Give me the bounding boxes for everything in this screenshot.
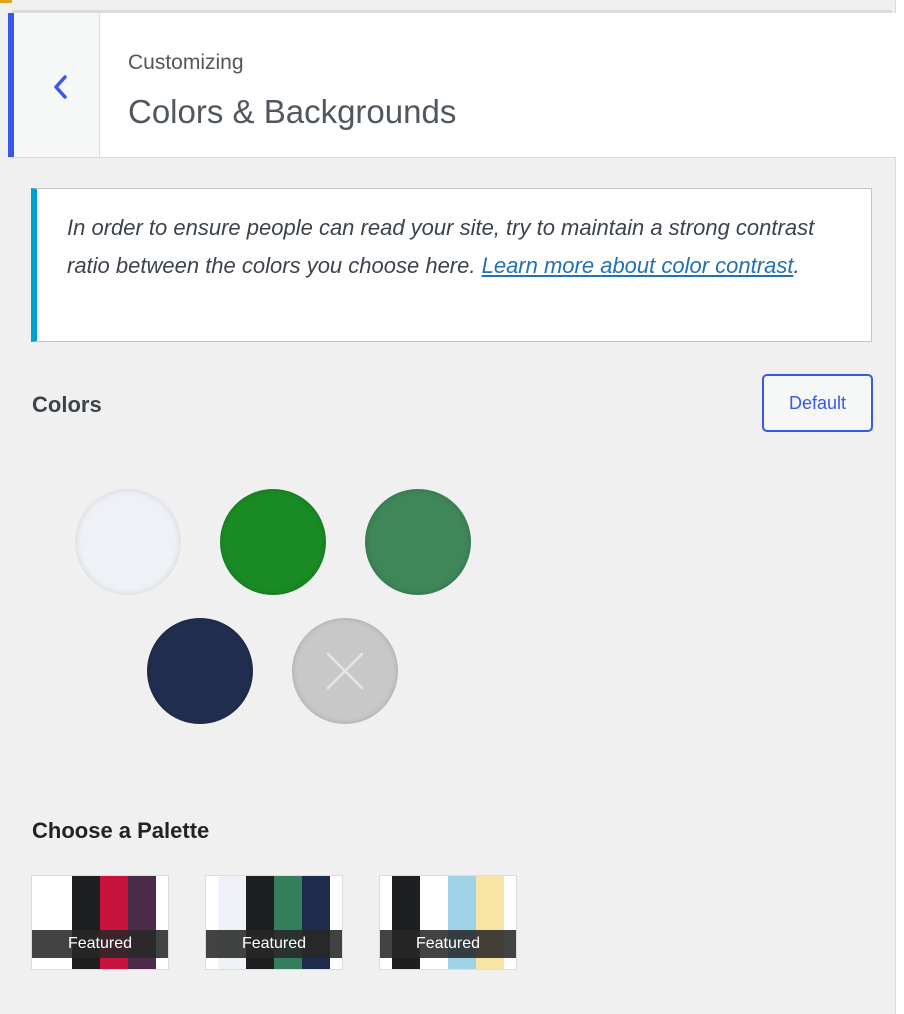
notice-suffix: . bbox=[793, 253, 800, 278]
page-title: Colors & Backgrounds bbox=[128, 93, 457, 130]
palette-label: Choose a Palette bbox=[32, 818, 210, 843]
featured-badge: Featured bbox=[206, 930, 342, 958]
swatch-clear[interactable] bbox=[292, 618, 398, 724]
color-contrast-link[interactable]: Learn more about color contrast bbox=[482, 253, 794, 278]
close-icon bbox=[326, 652, 364, 690]
section-header: Customizing Colors & Backgrounds bbox=[8, 13, 896, 158]
swatch-light-gray[interactable] bbox=[75, 489, 181, 595]
header-subtitle: Customizing bbox=[128, 51, 244, 74]
default-button[interactable]: Default bbox=[762, 374, 873, 432]
top-accent-bar bbox=[0, 0, 12, 3]
swatch-muted-green[interactable] bbox=[365, 489, 471, 595]
featured-badge: Featured bbox=[380, 930, 516, 958]
customizer-panel: Customizing Colors & Backgrounds In orde… bbox=[0, 0, 896, 1014]
swatch-navy[interactable] bbox=[147, 618, 253, 724]
contrast-notice: In order to ensure people can read your … bbox=[31, 188, 872, 342]
featured-badge: Featured bbox=[32, 930, 168, 958]
colors-label: Colors bbox=[32, 392, 102, 417]
palette-option[interactable]: Featured bbox=[205, 875, 343, 970]
swatch-green[interactable] bbox=[220, 489, 326, 595]
chevron-left-icon bbox=[54, 75, 67, 99]
palette-option[interactable]: Featured bbox=[31, 875, 169, 970]
back-button[interactable] bbox=[8, 13, 100, 157]
palette-option[interactable]: Featured bbox=[379, 875, 517, 970]
